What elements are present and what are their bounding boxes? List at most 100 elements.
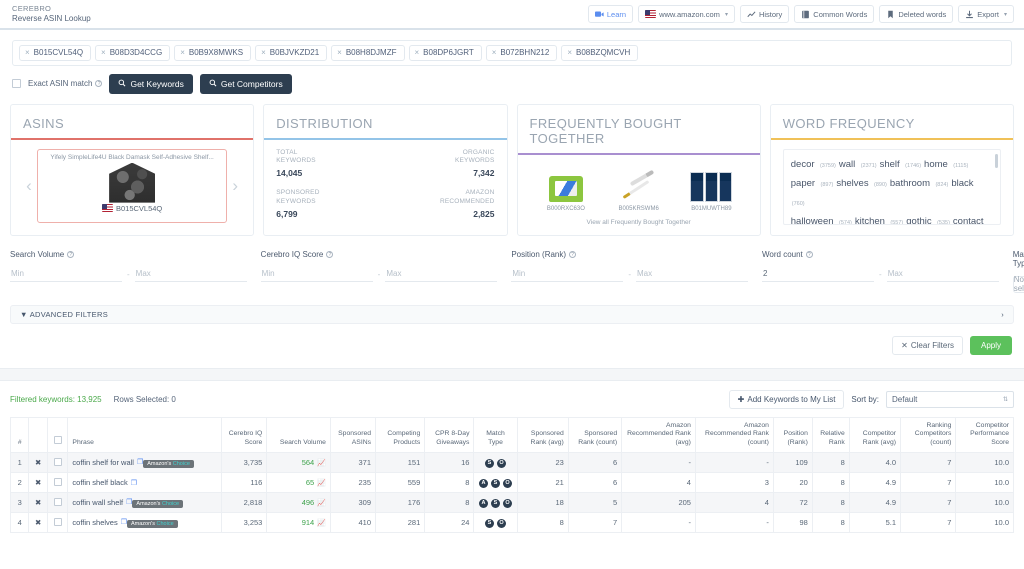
- word-frequency-word[interactable]: gothic: [906, 216, 931, 225]
- fbt-item[interactable]: B01MUWTH89: [680, 164, 742, 212]
- phrase-text[interactable]: coffin wall shelf❐: [72, 498, 132, 507]
- apply-button[interactable]: Apply: [970, 336, 1012, 355]
- asin-chip[interactable]: ×B08D3D4CCG: [95, 45, 170, 61]
- remove-chip-icon[interactable]: ×: [101, 48, 106, 58]
- col-cpr[interactable]: CPR 8-Day Giveaways: [425, 417, 474, 452]
- col-sponsored-rank-avg[interactable]: Sponsored Rank (avg): [517, 417, 568, 452]
- asin-chip[interactable]: ×B08H8DJMZF: [331, 45, 404, 61]
- asin-input[interactable]: ×B015CVL54Q×B08D3D4CCG×B0B9X8MWKS×B0BJVK…: [12, 40, 1012, 66]
- col-amz-rank-count[interactable]: Amazon Recommended Rank (count): [695, 417, 773, 452]
- table-row[interactable]: 1✖coffin shelf for wall❐Amazon's Choice3…: [11, 453, 1014, 473]
- phrase-text[interactable]: coffin shelf for wall❐: [72, 458, 143, 467]
- filter-max-input[interactable]: [135, 267, 247, 282]
- remove-chip-icon[interactable]: ×: [25, 48, 30, 58]
- carousel-next-icon[interactable]: ›: [229, 176, 241, 196]
- get-competitors-button[interactable]: Get Competitors: [200, 74, 292, 94]
- scrollbar-thumb[interactable]: [995, 154, 998, 168]
- learn-button[interactable]: Learn: [588, 5, 633, 23]
- remove-chip-icon[interactable]: ×: [337, 48, 342, 58]
- col-index[interactable]: #: [11, 417, 29, 452]
- help-icon[interactable]: ?: [95, 80, 102, 87]
- select-all-checkbox[interactable]: [54, 436, 62, 444]
- exact-asin-checkbox[interactable]: [12, 79, 21, 88]
- table-row[interactable]: 2✖coffin shelf black❐11665📈2355598ASO216…: [11, 473, 1014, 493]
- filter-min-input[interactable]: [762, 267, 874, 282]
- word-frequency-list[interactable]: decor (3759)wall (2371)shelf (1746)home …: [783, 149, 1001, 225]
- asin-product-card[interactable]: Yifely SimpleLife4U Black Damask Self-Ad…: [37, 149, 227, 223]
- export-button[interactable]: Export ▾: [958, 5, 1014, 23]
- add-keywords-button[interactable]: ✚ Add Keywords to My List: [729, 390, 845, 409]
- word-frequency-word[interactable]: black: [951, 178, 973, 189]
- filter-max-input[interactable]: [887, 267, 999, 282]
- filter-min-input[interactable]: [511, 267, 623, 282]
- row-remove-button[interactable]: ✖: [29, 513, 47, 533]
- col-select-all[interactable]: [47, 417, 68, 452]
- word-frequency-word[interactable]: halloween: [791, 216, 834, 225]
- history-button[interactable]: History: [740, 5, 789, 23]
- help-icon[interactable]: ?: [326, 251, 333, 258]
- col-sponsored-rank-count[interactable]: Sponsored Rank (count): [568, 417, 621, 452]
- asin-chip[interactable]: ×B08DP6JGRT: [409, 45, 482, 61]
- help-icon[interactable]: ?: [806, 251, 813, 258]
- filter-max-input[interactable]: [636, 267, 748, 282]
- word-frequency-word[interactable]: decor: [791, 159, 815, 170]
- col-amz-rank-avg[interactable]: Amazon Recommended Rank (avg): [622, 417, 696, 452]
- remove-chip-icon[interactable]: ×: [261, 48, 266, 58]
- filter-min-input[interactable]: [10, 267, 122, 282]
- phrase-text[interactable]: coffin shelf black❐: [72, 478, 137, 487]
- advanced-filters-toggle[interactable]: ▼ ADVANCED FILTERS ›: [10, 305, 1014, 324]
- col-relative-rank[interactable]: Relative Rank: [812, 417, 849, 452]
- asin-chip[interactable]: ×B0B9X8MWKS: [174, 45, 251, 61]
- get-keywords-button[interactable]: Get Keywords: [109, 74, 192, 94]
- word-frequency-word[interactable]: wall: [839, 159, 855, 170]
- row-select-cell[interactable]: [47, 473, 68, 493]
- col-competitor-performance[interactable]: Competitor Performance Score: [956, 417, 1014, 452]
- phrase-text[interactable]: coffin shelves❐: [72, 518, 127, 527]
- table-row[interactable]: 4✖coffin shelves❐Amazon's Choice3,253914…: [11, 513, 1014, 533]
- word-frequency-word[interactable]: paper: [791, 178, 815, 189]
- col-ranking-competitors[interactable]: Ranking Competitors (count): [901, 417, 956, 452]
- asin-chip[interactable]: ×B08BZQMCVH: [561, 45, 638, 61]
- row-checkbox[interactable]: [54, 478, 62, 486]
- fbt-item[interactable]: B005KRSWM6: [608, 164, 670, 212]
- row-select-cell[interactable]: [47, 493, 68, 513]
- sort-by-select[interactable]: Default ⇅: [886, 391, 1014, 408]
- remove-chip-icon[interactable]: ×: [180, 48, 185, 58]
- fbt-item[interactable]: B000RXC63O: [535, 164, 597, 212]
- row-checkbox[interactable]: [54, 458, 62, 466]
- help-icon[interactable]: ?: [569, 251, 576, 258]
- filter-dropdown[interactable]: None selected▾: [1013, 276, 1024, 293]
- col-competing-products[interactable]: Competing Products: [376, 417, 425, 452]
- word-frequency-word[interactable]: shelves: [836, 178, 868, 189]
- carousel-prev-icon[interactable]: ‹: [23, 176, 35, 196]
- common-words-button[interactable]: Common Words: [794, 5, 874, 23]
- marketplace-selector[interactable]: www.amazon.com ▾: [638, 5, 735, 23]
- remove-chip-icon[interactable]: ×: [567, 48, 572, 58]
- remove-chip-icon[interactable]: ×: [492, 48, 497, 58]
- trend-chart-icon[interactable]: 📈: [317, 460, 326, 467]
- word-frequency-word[interactable]: contact: [953, 216, 984, 225]
- table-row[interactable]: 3✖coffin wall shelf❐Amazon's Choice2,818…: [11, 493, 1014, 513]
- external-link-icon[interactable]: ❐: [131, 479, 137, 487]
- asin-chip[interactable]: ×B0BJVKZD21: [255, 45, 327, 61]
- asin-chip[interactable]: ×B072BHN212: [486, 45, 558, 61]
- help-icon[interactable]: ?: [67, 251, 74, 258]
- filter-max-input[interactable]: [385, 267, 497, 282]
- trend-chart-icon[interactable]: 📈: [317, 480, 326, 487]
- filter-min-input[interactable]: [261, 267, 373, 282]
- row-checkbox[interactable]: [54, 498, 62, 506]
- row-select-cell[interactable]: [47, 513, 68, 533]
- col-phrase[interactable]: Phrase: [68, 417, 222, 452]
- col-cerebro-iq[interactable]: Cerebro IQ Score: [222, 417, 267, 452]
- clear-filters-button[interactable]: ✕ Clear Filters: [892, 336, 963, 355]
- col-competitor-rank-avg[interactable]: Competitor Rank (avg): [849, 417, 900, 452]
- col-position-rank[interactable]: Position (Rank): [773, 417, 812, 452]
- word-frequency-word[interactable]: shelf: [880, 159, 900, 170]
- row-select-cell[interactable]: [47, 453, 68, 473]
- col-search-volume[interactable]: Search Volume: [267, 417, 331, 452]
- fbt-view-all-link[interactable]: View all Frequently Bought Together: [530, 219, 748, 226]
- trend-chart-icon[interactable]: 📈: [317, 520, 326, 527]
- row-remove-button[interactable]: ✖: [29, 493, 47, 513]
- remove-chip-icon[interactable]: ×: [415, 48, 420, 58]
- word-frequency-word[interactable]: home: [924, 159, 948, 170]
